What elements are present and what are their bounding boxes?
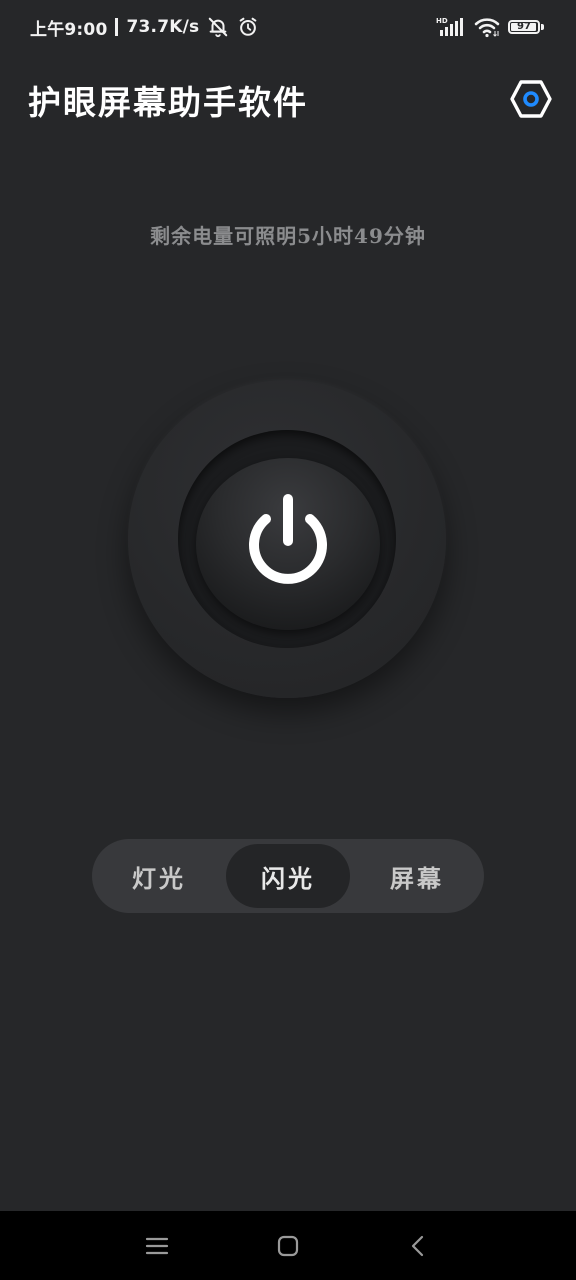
tab-light-label: 灯光 (132, 863, 186, 893)
settings-button[interactable] (510, 78, 552, 120)
bell-off-icon (207, 16, 229, 38)
status-bar: 上午9:00 73.7K/s HD 97 (0, 0, 576, 56)
status-left: 上午9:00 73.7K/s (30, 14, 259, 40)
power-button-ring (178, 430, 396, 648)
home-button[interactable] (273, 1231, 303, 1261)
screen: 上午9:00 73.7K/s HD 97 护眼屏幕助手软件 剩余电量可照明5小时… (0, 0, 576, 1280)
tab-screen[interactable]: 屏幕 (355, 844, 479, 908)
remaining-time-text: 剩余电量可照明5小时49分钟 (150, 224, 426, 248)
tab-flash[interactable]: 闪光 (226, 844, 350, 908)
tab-light[interactable]: 灯光 (97, 844, 221, 908)
wifi-icon (474, 16, 500, 38)
tab-flash-label: 闪光 (261, 863, 315, 893)
signal-icon: HD (436, 16, 466, 38)
menu-button[interactable] (142, 1231, 172, 1261)
settings-hex-icon (510, 80, 552, 118)
menu-icon (145, 1237, 169, 1255)
battery-icon: 97 (508, 20, 544, 34)
alarm-icon (237, 16, 259, 38)
home-icon (277, 1235, 299, 1257)
back-icon (411, 1235, 424, 1257)
nav-bar (0, 1211, 576, 1280)
power-button[interactable] (196, 458, 380, 630)
status-time: 上午9:00 (30, 19, 108, 40)
battery-level: 97 (517, 21, 531, 32)
network-badge: HD (436, 17, 448, 25)
status-right: HD 97 (436, 14, 544, 40)
power-button-outer (128, 380, 446, 698)
back-button[interactable] (403, 1231, 433, 1261)
tab-screen-label: 屏幕 (390, 863, 444, 893)
app-title: 护眼屏幕助手软件 (28, 83, 308, 122)
battery-body: 97 (508, 20, 540, 34)
status-separator (115, 18, 119, 36)
mode-tabs: 灯光 闪光 屏幕 (92, 839, 484, 913)
power-icon (249, 494, 327, 584)
status-net-speed: 73.7K/s (126, 17, 200, 37)
battery-tip (541, 24, 544, 30)
